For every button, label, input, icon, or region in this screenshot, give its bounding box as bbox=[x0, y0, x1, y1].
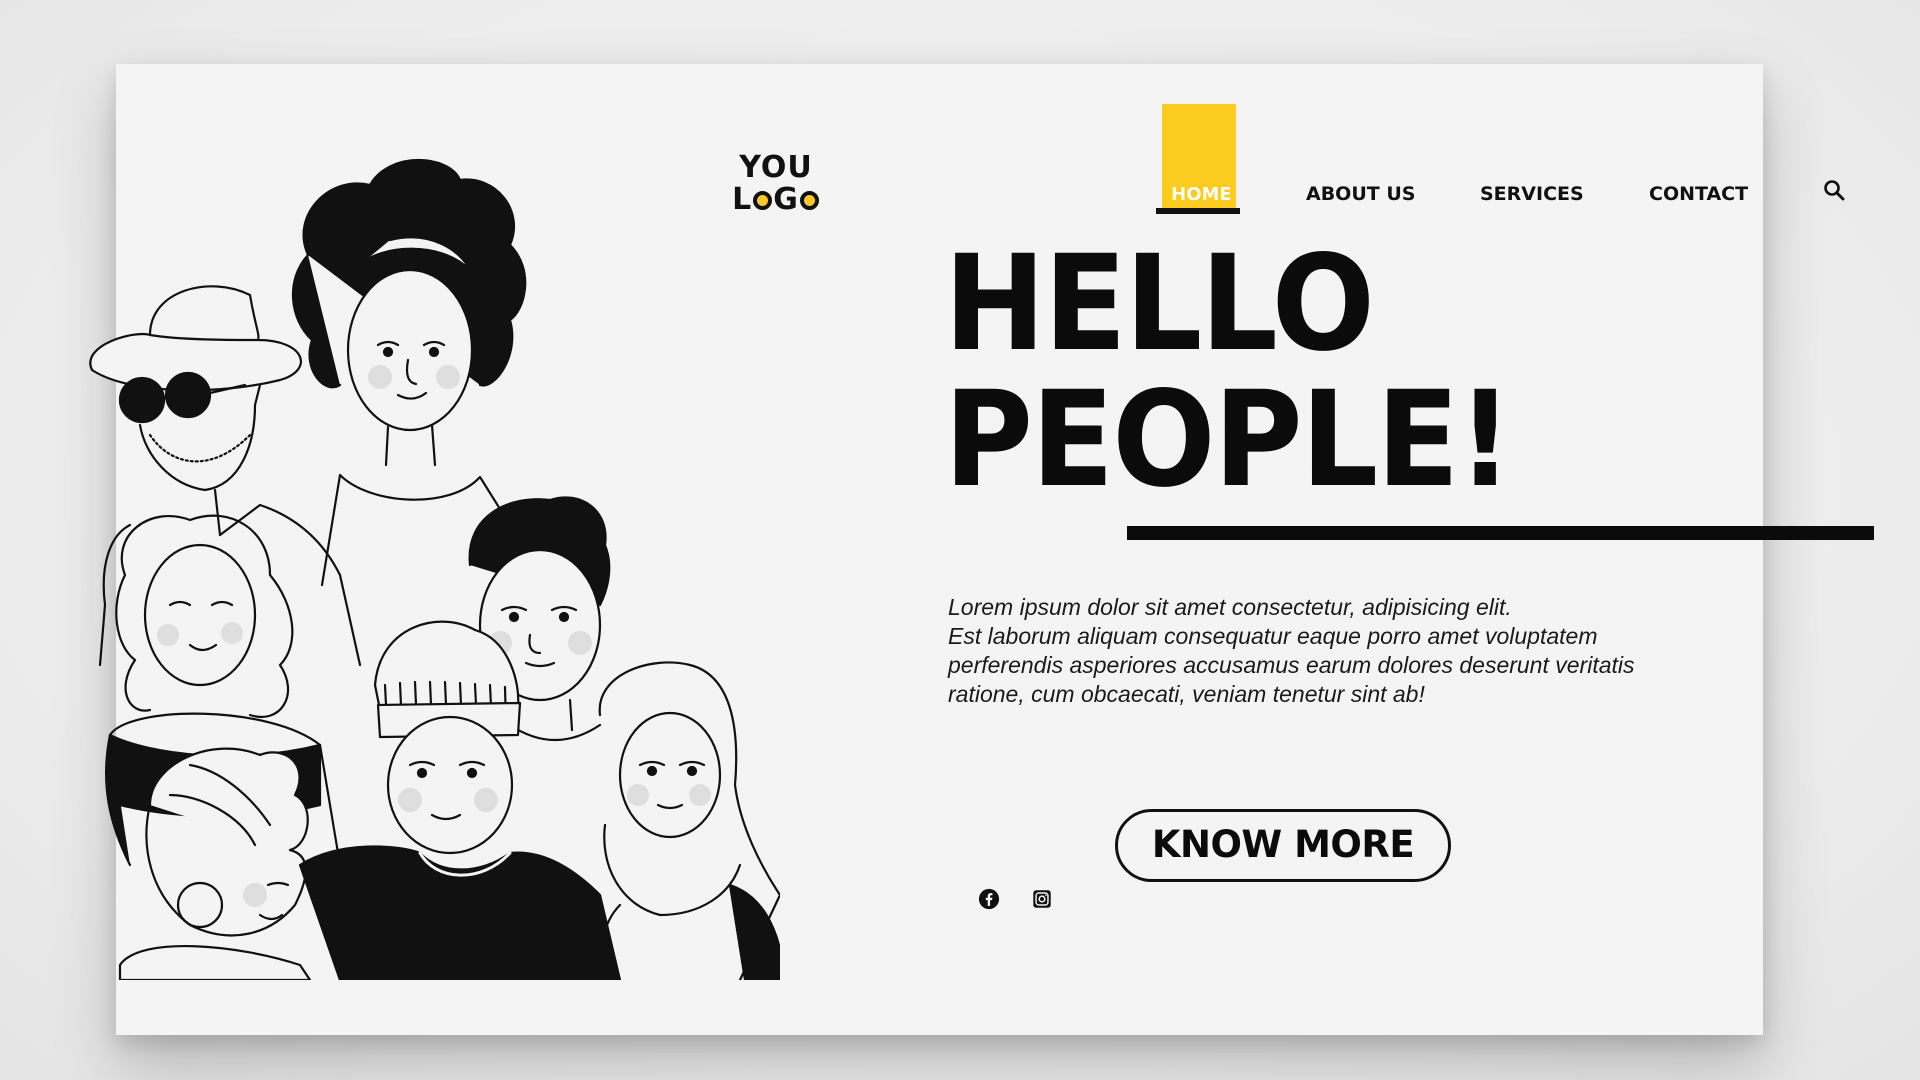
instagram-icon[interactable] bbox=[1031, 888, 1053, 910]
search-icon[interactable] bbox=[1822, 178, 1846, 202]
know-more-button[interactable]: KNOW MORE bbox=[1115, 809, 1451, 882]
hero-title-line-2: PEOPLE! bbox=[944, 363, 1513, 517]
hero-divider bbox=[1127, 526, 1874, 540]
nav-about-us[interactable]: ABOUT US bbox=[1306, 183, 1415, 205]
logo-line-2: LG bbox=[726, 184, 826, 216]
site-logo[interactable]: YOU LG bbox=[726, 152, 826, 216]
nav-home-underline bbox=[1156, 208, 1240, 214]
hero-title-line-1: HELLO bbox=[944, 227, 1375, 381]
facebook-icon[interactable] bbox=[978, 888, 1000, 910]
logo-o-yellow bbox=[753, 191, 773, 210]
group-of-people-illustration bbox=[89, 158, 780, 980]
hero-description: Lorem ipsum dolor sit amet consectetur, … bbox=[948, 593, 1668, 709]
page: YOU LG HOME ABOUT US SERVICES CONTACT HE… bbox=[0, 0, 1920, 1080]
logo-line-1: YOU bbox=[739, 150, 813, 185]
hero-description-line: ratione, cum obcaecati, veniam tenetur s… bbox=[948, 681, 1425, 707]
hero-description-line: Est laborum aliquam consequatur eaque po… bbox=[948, 623, 1598, 649]
nav-contact[interactable]: CONTACT bbox=[1649, 183, 1748, 205]
logo-o-yellow bbox=[799, 191, 819, 210]
hero-description-line: Lorem ipsum dolor sit amet consectetur, … bbox=[948, 594, 1512, 620]
nav-services[interactable]: SERVICES bbox=[1480, 183, 1584, 205]
hero-title: HELLO PEOPLE! bbox=[944, 227, 1513, 517]
hero-description-line: perferendis asperiores accusamus earum d… bbox=[948, 652, 1635, 678]
nav-home[interactable]: HOME bbox=[1171, 184, 1232, 205]
